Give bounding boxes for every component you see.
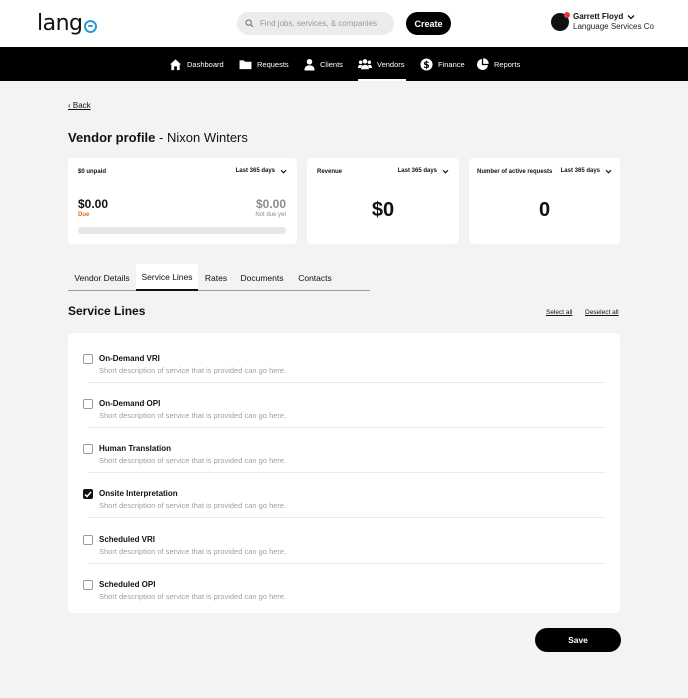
nav-item-reports[interactable]: Reports: [476, 47, 520, 81]
tab-rates[interactable]: Rates: [198, 264, 234, 291]
unpaid-period-dropdown[interactable]: Last 365 days: [236, 168, 287, 174]
unpaid-progress-bar: [78, 227, 286, 234]
service-lines-list: On-Demand VRI Short description of servi…: [68, 333, 620, 613]
pie-chart-icon: [476, 57, 489, 70]
service-line-item: Human Translation Short description of s…: [68, 428, 620, 473]
revenue-card: Revenue Last 365 days $0: [307, 158, 459, 244]
chevron-down-icon: [280, 169, 287, 174]
service-line-checkbox[interactable]: [83, 580, 93, 590]
service-line-item: On-Demand VRI Short description of servi…: [68, 338, 620, 383]
nav-item-dashboard[interactable]: Dashboard: [169, 47, 224, 81]
nav-item-vendors[interactable]: Vendors: [358, 47, 406, 81]
logo-o-icon: [83, 19, 97, 33]
due-label: Due: [78, 212, 90, 218]
tab-documents[interactable]: Documents: [234, 264, 290, 291]
service-line-item: Scheduled VRI Short description of servi…: [68, 519, 620, 564]
revenue-label: Revenue: [317, 169, 343, 175]
logo-text: lang: [37, 11, 83, 36]
active-requests-card: Number of active requests Last 365 days …: [469, 158, 620, 244]
top-header: lang Create Garrett Floyd Language Servi…: [0, 0, 688, 47]
due-amount: $0.00: [78, 197, 109, 211]
profile-tabs: Vendor Details Service Lines Rates Docum…: [68, 264, 370, 291]
avatar: [551, 12, 570, 31]
revenue-value: $0: [371, 199, 395, 221]
not-due-label: Not due yet: [255, 212, 286, 218]
active-requests-period-dropdown[interactable]: Last 365 days: [561, 168, 612, 174]
service-line-description: Short description of service that is pro…: [99, 456, 287, 465]
service-line-item: Scheduled OPI Short description of servi…: [68, 564, 620, 609]
tab-vendor-details[interactable]: Vendor Details: [68, 264, 136, 291]
service-line-description: Short description of service that is pro…: [99, 547, 287, 556]
person-icon: [304, 58, 315, 70]
active-requests-label: Number of active requests: [477, 169, 553, 175]
search-input[interactable]: [260, 19, 385, 28]
back-link[interactable]: ‹ Back: [68, 101, 91, 110]
service-line-name: On-Demand VRI: [99, 354, 160, 363]
dollar-icon: $: [420, 57, 433, 70]
service-line-description: Short description of service that is pro…: [99, 411, 287, 420]
unpaid-label: $0 unpaid: [78, 169, 107, 175]
folder-icon: [239, 59, 252, 69]
service-line-checkbox-checked[interactable]: [83, 489, 93, 499]
service-line-description: Short description of service that is pro…: [99, 366, 287, 375]
service-line-name: Scheduled VRI: [99, 535, 156, 544]
service-line-checkbox[interactable]: [83, 354, 93, 364]
select-all-link[interactable]: Select all: [546, 309, 572, 316]
nav-item-clients[interactable]: Clients: [304, 47, 343, 81]
tab-service-lines[interactable]: Service Lines: [136, 264, 198, 291]
nav-item-requests[interactable]: Requests: [239, 47, 289, 81]
home-icon: [169, 58, 182, 70]
search-bar[interactable]: [237, 12, 394, 35]
service-line-description: Short description of service that is pro…: [99, 501, 287, 510]
service-line-description: Short description of service that is pro…: [99, 592, 287, 601]
page-title: Vendor profile - Nixon Winters: [68, 130, 248, 145]
unpaid-card: $0 unpaid Last 365 days $0.00 Due $0.00 …: [68, 158, 297, 244]
service-line-checkbox[interactable]: [83, 399, 93, 409]
service-line-name: On-Demand OPI: [99, 399, 161, 408]
revenue-period-dropdown[interactable]: Last 365 days: [398, 168, 449, 174]
not-due-amount: $0.00: [255, 197, 286, 211]
lango-logo[interactable]: lang: [37, 11, 97, 36]
service-lines-title: Service Lines: [68, 304, 146, 318]
page-title-bold: Vendor profile: [68, 130, 156, 145]
chevron-down-icon: [627, 15, 635, 20]
page-title-vendor: - Nixon Winters: [159, 130, 248, 145]
checkmark-icon: [84, 491, 92, 498]
service-line-name: Human Translation: [99, 444, 172, 453]
service-line-name: Scheduled OPI: [99, 580, 156, 589]
user-menu[interactable]: Garrett Floyd Language Services Co: [551, 12, 654, 32]
chevron-down-icon: [442, 169, 449, 174]
deselect-all-link[interactable]: Deselect all: [585, 309, 619, 316]
user-name: Garrett Floyd: [573, 12, 624, 21]
tab-contacts[interactable]: Contacts: [290, 264, 340, 291]
service-line-checkbox[interactable]: [83, 535, 93, 545]
service-line-item: On-Demand OPI Short description of servi…: [68, 383, 620, 428]
user-org: Language Services Co: [573, 22, 654, 31]
people-icon: [358, 59, 372, 70]
active-requests-value: 0: [538, 199, 551, 221]
service-line-checkbox[interactable]: [83, 444, 93, 454]
chevron-down-icon: [605, 169, 612, 174]
svg-text:$: $: [423, 59, 429, 70]
create-button[interactable]: Create: [406, 12, 451, 35]
service-line-item: Onsite Interpretation Short description …: [68, 473, 620, 518]
main-nav: Dashboard Requests Clients Vendors $ Fin…: [0, 47, 688, 81]
search-icon: [245, 19, 254, 28]
service-line-name: Onsite Interpretation: [99, 489, 178, 498]
nav-item-finance[interactable]: $ Finance: [420, 47, 465, 81]
save-button[interactable]: Save: [535, 628, 621, 652]
